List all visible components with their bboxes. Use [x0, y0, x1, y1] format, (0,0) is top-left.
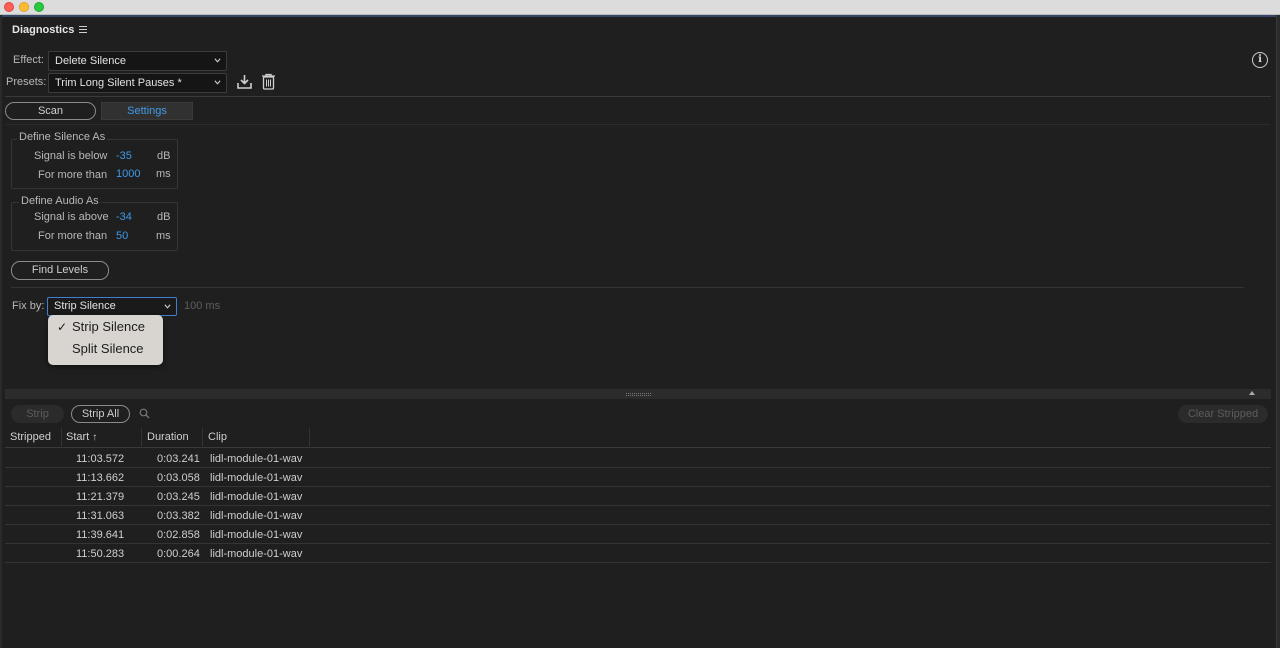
cell-start: 11:31.063: [76, 510, 125, 522]
cell-duration: 0:03.382: [157, 510, 200, 522]
column-header-start[interactable]: Start ↑: [66, 431, 97, 443]
define-silence-title: Define Silence As: [17, 131, 108, 143]
find-levels-button[interactable]: Find Levels: [11, 261, 109, 280]
column-header-duration[interactable]: Duration: [147, 431, 189, 443]
effect-dropdown[interactable]: Delete Silence: [48, 51, 227, 71]
table-row[interactable]: 11:03.572 0:03.241 lidl-module-01-wav: [5, 449, 1271, 468]
fix-by-dropdown-value: Strip Silence: [54, 300, 116, 312]
panel-title: Diagnostics: [12, 24, 75, 36]
define-audio-title: Define Audio As: [19, 195, 101, 207]
fix-by-label: Fix by:: [12, 300, 45, 312]
window-maximize-button[interactable]: [34, 2, 44, 12]
window-close-button[interactable]: [4, 2, 14, 12]
column-header-clip[interactable]: Clip: [208, 431, 227, 443]
window-left-edge: [0, 15, 2, 648]
tab-settings[interactable]: Settings: [101, 102, 193, 120]
column-divider[interactable]: [202, 428, 203, 448]
cell-duration: 0:00.264: [157, 548, 200, 560]
chevron-down-icon: [214, 58, 221, 63]
menu-item-split-silence[interactable]: Split Silence: [48, 338, 163, 360]
cell-start: 11:13.662: [76, 472, 125, 484]
fix-by-duration: 100 ms: [184, 300, 221, 312]
fix-by-dropdown[interactable]: Strip Silence: [47, 297, 177, 316]
audio-duration-unit: ms: [156, 230, 171, 242]
silence-signal-unit: dB: [157, 150, 171, 162]
menu-item-label: Split Silence: [72, 341, 144, 356]
cell-clip: lidl-module-01-wav: [210, 453, 303, 465]
collapse-arrow-icon[interactable]: [1249, 391, 1255, 395]
audio-signal-value[interactable]: -34: [116, 211, 132, 223]
clear-stripped-button[interactable]: Clear Stripped: [1178, 405, 1268, 423]
table-row[interactable]: 11:21.379 0:03.245 lidl-module-01-wav: [5, 487, 1271, 506]
cell-start: 11:50.283: [76, 548, 125, 560]
cell-start: 11:03.572: [76, 453, 125, 465]
window-right-edge: [1276, 15, 1280, 648]
chevron-down-icon: [164, 304, 171, 309]
cell-start: 11:21.379: [76, 491, 125, 503]
menu-item-strip-silence[interactable]: ✓ Strip Silence: [48, 316, 163, 338]
define-audio-group: [11, 202, 178, 251]
window-minimize-button[interactable]: [19, 2, 29, 12]
window-titlebar: [0, 0, 1280, 15]
audio-duration-label: For more than: [38, 230, 108, 242]
define-silence-group: [11, 139, 178, 189]
table-row[interactable]: 11:31.063 0:03.382 lidl-module-01-wav: [5, 506, 1271, 525]
audio-signal-label: Signal is above: [34, 211, 109, 223]
results-table: Stripped Start ↑ Duration Clip 11:03.572…: [5, 428, 1271, 648]
cell-duration: 0:03.245: [157, 491, 200, 503]
audio-signal-unit: dB: [157, 211, 171, 223]
table-row[interactable]: 11:50.283 0:00.264 lidl-module-01-wav: [5, 544, 1271, 563]
sort-ascending-icon: ↑: [92, 432, 98, 443]
effect-label: Effect:: [13, 54, 44, 66]
settings-panel: [5, 124, 1271, 386]
fix-by-menu: ✓ Strip Silence Split Silence: [48, 315, 163, 365]
panel-focus-border: [0, 15, 1280, 17]
silence-duration-unit: ms: [156, 168, 171, 180]
download-icon[interactable]: [236, 74, 253, 90]
column-header-stripped[interactable]: Stripped: [10, 431, 51, 443]
table-row[interactable]: 11:39.641 0:02.858 lidl-module-01-wav: [5, 525, 1271, 544]
presets-dropdown-value: Trim Long Silent Pauses *: [55, 77, 182, 89]
cell-clip: lidl-module-01-wav: [210, 472, 303, 484]
cell-duration: 0:02.858: [157, 529, 200, 541]
cell-start: 11:39.641: [76, 529, 125, 541]
presets-dropdown[interactable]: Trim Long Silent Pauses *: [48, 73, 227, 93]
header-divider: [5, 96, 1271, 97]
cell-clip: lidl-module-01-wav: [210, 491, 303, 503]
splitter-grip-icon[interactable]: [626, 393, 651, 396]
table-header: Stripped Start ↑ Duration Clip: [5, 428, 1271, 448]
tab-scan[interactable]: Scan: [5, 102, 96, 120]
effect-dropdown-value: Delete Silence: [55, 55, 126, 67]
table-row[interactable]: 11:13.662 0:03.058 lidl-module-01-wav: [5, 468, 1271, 487]
chevron-down-icon: [214, 80, 221, 85]
column-header-start-label: Start: [66, 431, 90, 443]
checkmark-icon: ✓: [57, 320, 68, 334]
menu-item-label: Strip Silence: [72, 319, 145, 334]
silence-duration-value[interactable]: 1000: [116, 168, 140, 180]
cell-clip: lidl-module-01-wav: [210, 510, 303, 522]
hamburger-menu-icon[interactable]: [79, 26, 87, 34]
audio-duration-value[interactable]: 50: [116, 230, 128, 242]
cell-clip: lidl-module-01-wav: [210, 548, 303, 560]
search-icon[interactable]: [139, 408, 150, 419]
silence-signal-label: Signal is below: [34, 150, 108, 162]
info-icon[interactable]: i: [1252, 52, 1268, 68]
silence-duration-label: For more than: [38, 169, 108, 181]
presets-label: Presets:: [6, 76, 47, 88]
strip-all-button[interactable]: Strip All: [71, 405, 130, 423]
cell-duration: 0:03.241: [157, 453, 200, 465]
column-divider[interactable]: [141, 428, 142, 448]
column-divider[interactable]: [309, 428, 310, 448]
cell-clip: lidl-module-01-wav: [210, 529, 303, 541]
trash-icon[interactable]: [261, 73, 276, 90]
silence-signal-value[interactable]: -35: [116, 150, 132, 162]
cell-duration: 0:03.058: [157, 472, 200, 484]
settings-divider: [11, 287, 1244, 288]
strip-button[interactable]: Strip: [11, 405, 64, 423]
column-divider[interactable]: [61, 428, 62, 448]
